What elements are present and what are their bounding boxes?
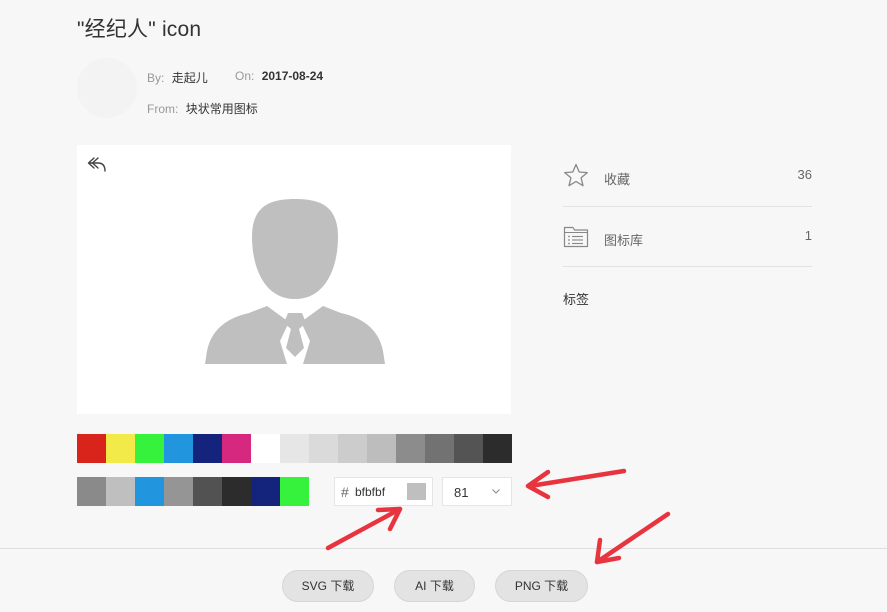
color-swatch[interactable] [193,434,222,463]
color-swatch[interactable] [135,434,164,463]
color-palette-row-1 [77,434,512,463]
footer-divider [0,548,887,549]
reply-icon[interactable] [87,155,107,173]
color-swatch[interactable] [454,434,483,463]
tags-heading: 标签 [563,292,590,307]
upload-date: 2017-08-24 [261,69,324,83]
author-meta: By: 走起儿 [147,69,208,86]
color-swatch[interactable] [309,434,338,463]
color-swatch[interactable] [222,434,251,463]
color-swatch[interactable] [367,434,396,463]
from-label: From: [147,102,179,116]
color-preview-chip[interactable] [407,483,426,500]
color-swatch[interactable] [77,477,106,506]
person-suit-icon [205,199,385,364]
by-label: By: [147,71,165,85]
color-swatch[interactable] [164,434,193,463]
page-title: "经纪人" icon [77,18,202,41]
color-swatch[interactable] [280,477,309,506]
author-avatar[interactable] [77,58,137,118]
folder-list-icon[interactable] [563,225,589,249]
date-meta: On: 2017-08-24 [235,69,323,83]
color-swatch[interactable] [251,477,280,506]
favorites-row[interactable]: 收藏 36 [563,146,812,207]
hash-symbol: # [341,484,349,500]
color-swatch[interactable] [106,434,135,463]
color-swatch[interactable] [135,477,164,506]
color-swatch[interactable] [251,434,280,463]
arrow-to-color-input [325,506,403,551]
source-meta: From: 块状常用图标 [147,100,258,117]
color-swatch[interactable] [106,477,135,506]
hex-color-input[interactable]: # bfbfbf [334,477,433,506]
library-row[interactable]: 图标库 1 [563,206,812,267]
on-label: On: [235,69,255,83]
favorites-count: 36 [797,167,812,182]
color-swatch[interactable] [164,477,193,506]
color-swatch[interactable] [483,434,512,463]
arrow-to-size-select [525,468,627,500]
ai-download-button[interactable]: AI 下载 [394,570,475,602]
author-name[interactable]: 走起儿 [172,71,208,85]
color-swatch[interactable] [77,434,106,463]
icon-preview [77,145,511,414]
size-value: 81 [454,485,469,500]
color-swatch[interactable] [338,434,367,463]
library-label: 图标库 [604,233,644,248]
color-swatch[interactable] [222,477,251,506]
color-swatch[interactable] [193,477,222,506]
color-swatch[interactable] [280,434,309,463]
color-swatch[interactable] [425,434,454,463]
source-library-link[interactable]: 块状常用图标 [186,102,258,116]
chevron-down-icon [492,489,500,494]
star-icon[interactable] [563,163,589,188]
favorites-label: 收藏 [604,172,631,187]
arrow-to-png-download [594,511,671,565]
color-palette-row-2 [77,477,309,506]
library-count: 1 [804,228,812,243]
png-download-button[interactable]: PNG 下载 [495,570,588,602]
hex-value[interactable]: bfbfbf [355,485,385,499]
svg-download-button[interactable]: SVG 下载 [282,570,374,602]
color-swatch[interactable] [396,434,425,463]
size-select[interactable]: 81 [442,477,512,506]
